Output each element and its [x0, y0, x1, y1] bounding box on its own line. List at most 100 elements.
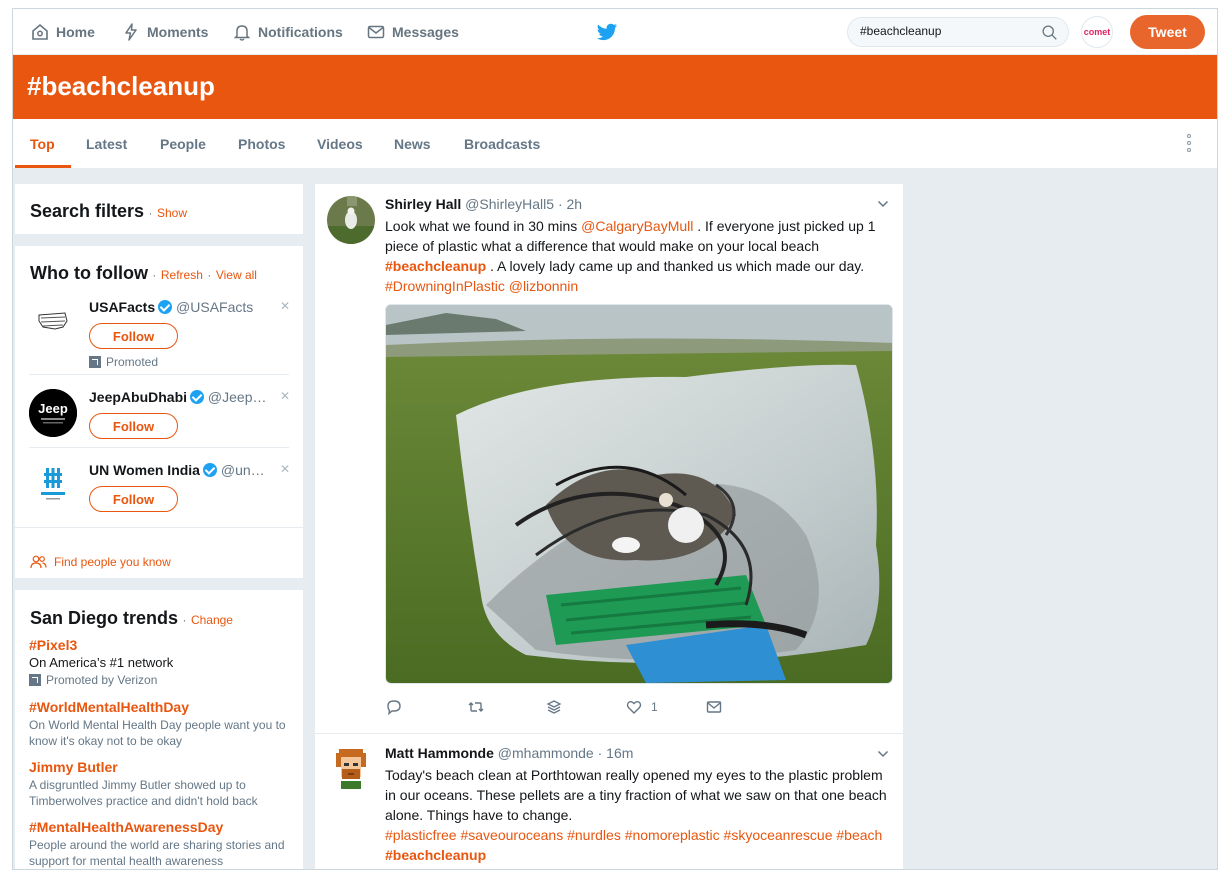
account-handle[interactable]: @USAFacts: [176, 299, 253, 315]
tweet-timestamp[interactable]: · 2h: [558, 196, 582, 212]
refresh-link[interactable]: Refresh: [161, 268, 203, 282]
follow-button[interactable]: Follow: [89, 413, 178, 439]
view-all-link[interactable]: View all: [216, 268, 257, 282]
twitter-bird-icon[interactable]: [596, 21, 618, 43]
chevron-down-icon[interactable]: [877, 198, 889, 210]
tweet-timestamp[interactable]: · 16m: [598, 745, 634, 761]
tweet[interactable]: Matt Hammonde @mhammonde · 16m Today's b…: [315, 734, 903, 869]
hashtag-link[interactable]: #beachcleanup: [385, 258, 486, 274]
retweet-button[interactable]: [467, 698, 485, 716]
mention-link[interactable]: @CalgaryBayMull: [581, 218, 693, 234]
dismiss-icon[interactable]: ✕: [280, 389, 290, 403]
tweet-author-name[interactable]: Matt Hammonde: [385, 745, 494, 761]
account-name[interactable]: USAFacts: [89, 299, 155, 315]
search-tabs: Top Latest People Photos Videos News Bro…: [13, 119, 1217, 169]
search-filters-show-link[interactable]: Show: [157, 206, 187, 220]
dismiss-icon[interactable]: ✕: [280, 299, 290, 313]
lightning-icon: [125, 23, 137, 41]
follow-suggestion: UN Women India @un… ✕ Follow: [29, 462, 290, 518]
trend-item[interactable]: #WorldMentalHealthDay On World Mental He…: [29, 699, 291, 749]
stack-button[interactable]: [545, 698, 563, 716]
tweet-author-handle[interactable]: @ShirleyHall5: [465, 196, 554, 212]
like-button[interactable]: 1: [625, 698, 658, 716]
tweet-media-image[interactable]: [385, 304, 893, 684]
divider: [29, 447, 289, 448]
trend-item[interactable]: #Pixel3 On America’s #1 network Promoted…: [29, 637, 291, 688]
mention-link[interactable]: @lizbonnin: [509, 278, 578, 294]
hashtag-link[interactable]: #DrowningInPlastic: [385, 278, 505, 294]
verified-badge-icon: [158, 300, 173, 314]
tab-photos[interactable]: Photos: [238, 136, 285, 152]
nav-messages[interactable]: Messages: [366, 22, 459, 42]
search-filters-card: Search filters · Show: [15, 184, 303, 234]
account-name[interactable]: UN Women India: [89, 462, 200, 478]
account-handle[interactable]: @Jeep…: [208, 389, 267, 405]
nav-moments[interactable]: Moments: [121, 22, 208, 42]
usafacts-logo-icon: [38, 312, 68, 330]
divider: [15, 527, 303, 528]
trend-description: People around the world are sharing stor…: [29, 838, 285, 868]
find-people-label: Find people you know: [54, 555, 171, 569]
more-options-icon[interactable]: [1187, 134, 1191, 152]
follow-button[interactable]: Follow: [89, 323, 178, 349]
people-icon: [30, 555, 47, 569]
follow-suggestion: Jeep JeepAbuDhabi @Jeep… ✕ Follow: [29, 389, 290, 445]
tab-broadcasts[interactable]: Broadcasts: [464, 136, 540, 152]
jeep-avatar[interactable]: Jeep: [29, 389, 77, 437]
account-handle[interactable]: @un…: [221, 462, 265, 478]
tweet-author-handle[interactable]: @mhammonde: [498, 745, 594, 761]
trend-description: A disgruntled Jimmy Butler showed up to …: [29, 778, 258, 808]
trend-name[interactable]: #Pixel3: [29, 637, 291, 653]
search-input[interactable]: [860, 24, 1030, 38]
tab-top[interactable]: Top: [30, 136, 55, 152]
tweet-button[interactable]: Tweet: [1130, 15, 1205, 49]
nav-notifications-label: Notifications: [258, 24, 343, 40]
profile-avatar[interactable]: comet: [1081, 16, 1113, 48]
follow-button[interactable]: Follow: [89, 486, 178, 512]
nav-home[interactable]: Home: [30, 22, 95, 42]
search-filters-title: Search filters: [30, 201, 145, 221]
search-box[interactable]: [847, 17, 1069, 47]
hashtag-link[interactable]: #beachcleanup: [385, 847, 486, 863]
trends-title: San Diego trends: [30, 608, 179, 628]
tweet-author-name[interactable]: Shirley Hall: [385, 196, 461, 212]
tab-news[interactable]: News: [394, 136, 431, 152]
direct-message-button[interactable]: [705, 698, 723, 716]
find-people-link[interactable]: Find people you know: [30, 555, 171, 569]
tweet-author-avatar[interactable]: [327, 196, 375, 244]
reply-button[interactable]: [385, 698, 403, 716]
dismiss-icon[interactable]: ✕: [280, 462, 290, 476]
un-women-avatar[interactable]: [29, 462, 77, 510]
plastic-waste-photo: [386, 305, 892, 683]
trend-name[interactable]: #MentalHealthAwarenessDay: [29, 819, 291, 835]
chevron-down-icon[interactable]: [877, 748, 889, 760]
promoted-label: Promoted: [89, 355, 158, 369]
verified-badge-icon: [190, 390, 205, 404]
trend-name[interactable]: #WorldMentalHealthDay: [29, 699, 291, 715]
retweet-icon: [468, 702, 484, 712]
who-to-follow-card: Who to follow · Refresh · View all USAFa…: [15, 246, 303, 578]
layers-icon: [546, 700, 562, 714]
tab-people[interactable]: People: [160, 136, 206, 152]
tweet-author-avatar[interactable]: [327, 743, 375, 791]
tweet[interactable]: Shirley Hall @ShirleyHall5 · 2h Look wha…: [315, 184, 903, 734]
nav-notifications[interactable]: Notifications: [232, 22, 343, 42]
usafacts-avatar[interactable]: [29, 299, 77, 347]
trend-item[interactable]: #MentalHealthAwarenessDay People around …: [29, 819, 291, 869]
account-name[interactable]: JeepAbuDhabi: [89, 389, 187, 405]
svg-text:Jeep: Jeep: [38, 401, 68, 416]
trend-description: On World Mental Health Day people want y…: [29, 718, 286, 748]
search-icon[interactable]: [1041, 24, 1058, 41]
change-trends-link[interactable]: Change: [191, 613, 233, 627]
trend-item[interactable]: Jimmy Butler A disgruntled Jimmy Butler …: [29, 759, 291, 809]
page-title: #beachcleanup: [27, 71, 215, 101]
tab-latest[interactable]: Latest: [86, 136, 127, 152]
envelope-icon: [367, 25, 385, 39]
tab-videos[interactable]: Videos: [317, 136, 363, 152]
tweet-timeline: Shirley Hall @ShirleyHall5 · 2h Look wha…: [315, 184, 903, 869]
trends-card: San Diego trends · Change #Pixel3 On Ame…: [15, 590, 303, 869]
hashtag-list[interactable]: #plasticfree #saveouroceans #nurdles #no…: [385, 827, 882, 843]
jeep-logo-icon: Jeep: [29, 389, 77, 437]
trend-name[interactable]: Jimmy Butler: [29, 759, 291, 775]
who-to-follow-title: Who to follow: [30, 263, 148, 283]
